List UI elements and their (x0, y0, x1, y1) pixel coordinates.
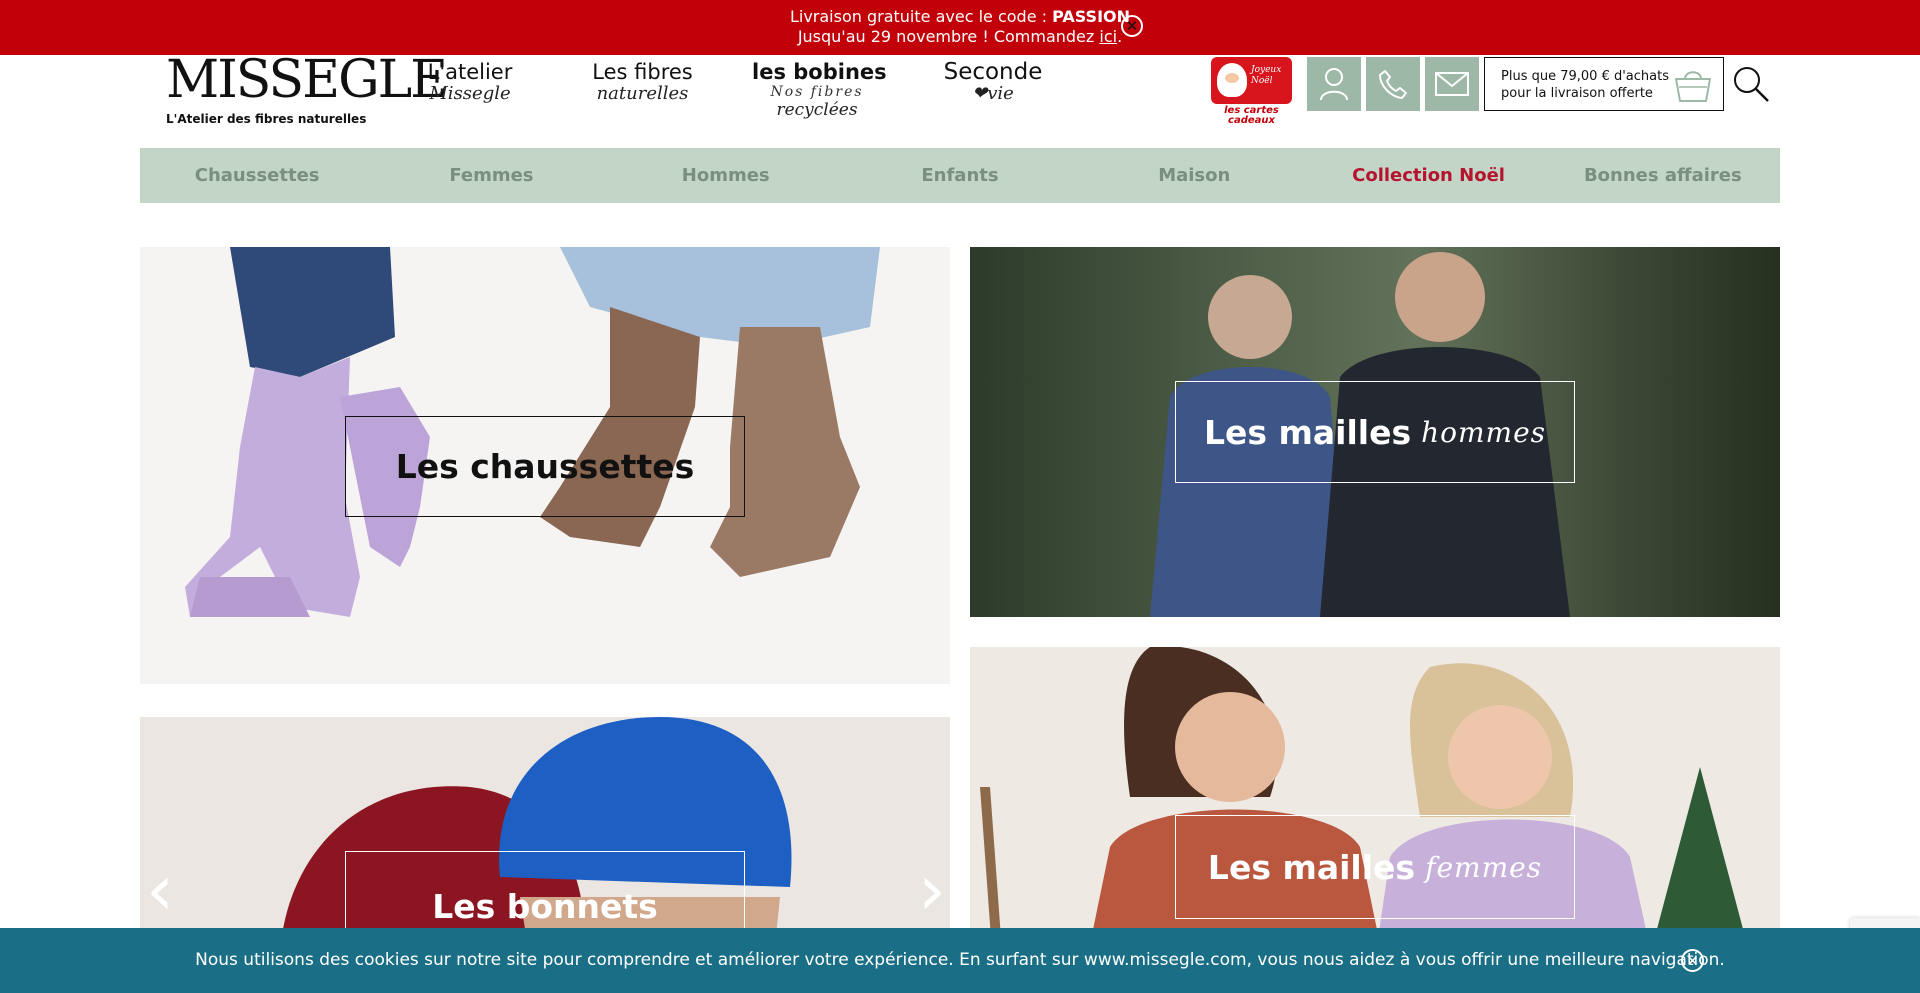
cart-button[interactable]: Plus que 79,00 € d'achats pour la livrai… (1484, 57, 1724, 111)
contact-button[interactable] (1425, 57, 1479, 111)
tile-chaussettes[interactable]: Les chaussettes (140, 247, 950, 684)
brand-link-fibres[interactable]: Les fibres naturelles (580, 60, 705, 104)
carousel-prev-icon[interactable]: ‹ (146, 850, 174, 930)
brand-link-title: Les fibres (592, 60, 693, 84)
category-nav: Chaussettes Femmes Hommes Enfants Maison… (140, 148, 1780, 203)
category-maison[interactable]: Maison (1077, 148, 1311, 203)
cart-text-line1: Plus que 79,00 € d'achats (1501, 69, 1669, 84)
mail-icon (1435, 72, 1469, 96)
brand-link-subtitle-2: recyclées (776, 100, 858, 120)
brand-link-bobines[interactable]: les bobines Nos fibres recyclées (752, 60, 887, 120)
shopping-bag-icon (1675, 71, 1711, 102)
tile-title: Les mailles (1203, 412, 1412, 452)
brand-link-atelier[interactable]: L'atelier Missegle (420, 60, 520, 104)
category-femmes[interactable]: Femmes (374, 148, 608, 203)
cookie-text: Nous utilisons des cookies sur notre sit… (195, 950, 1725, 970)
tile-label-chaussettes: Les chaussettes (345, 416, 745, 517)
gift-card-image: Joyeux Noël (1211, 57, 1292, 104)
tile-mailles-hommes[interactable]: Les mailles hommes (970, 247, 1780, 617)
cookie-close-icon[interactable]: ✕ (1681, 949, 1704, 972)
cart-free-shipping-text: Plus que 79,00 € d'achats pour la livrai… (1501, 68, 1669, 102)
category-enfants[interactable]: Enfants (843, 148, 1077, 203)
tile-title: Les chaussettes (395, 447, 695, 486)
phone-button[interactable] (1366, 57, 1420, 111)
account-button[interactable] (1307, 57, 1361, 111)
brand-link-title: les bobines (752, 60, 887, 84)
brand-link-seconde-vie[interactable]: Seconde ❤vie (938, 60, 1048, 104)
brand-link-subtitle: naturelles (596, 83, 689, 104)
category-chaussettes[interactable]: Chaussettes (140, 148, 374, 203)
tile-script-word: femmes (1425, 850, 1543, 884)
promo-banner: Livraison gratuite avec le code : PASSIO… (0, 0, 1920, 55)
search-button[interactable] (1731, 64, 1771, 104)
brand-link-title: L'atelier (427, 60, 513, 84)
category-collection-noel[interactable]: Collection Noël (1311, 148, 1545, 203)
brand-link-subtitle: ❤vie (972, 83, 1014, 104)
tile-label-mailles-femmes: Les mailles femmes (1175, 815, 1575, 919)
brand-link-subtitle: Nos fibres (770, 84, 864, 100)
tile-title: Les bonnets (432, 887, 658, 926)
cookie-close-glyph: ✕ (1686, 951, 1699, 970)
santa-icon (1217, 63, 1247, 97)
tile-label-mailles-hommes: Les mailles hommes (1175, 381, 1575, 483)
promo-text: Livraison gratuite avec le code : (789, 7, 1053, 26)
promo-line-2: Jusqu'au 29 novembre ! Commandez ici. (0, 27, 1920, 47)
promo-line-1: Livraison gratuite avec le code : PASSIO… (0, 7, 1920, 27)
gift-card-link[interactable]: Joyeux Noël les cartes cadeaux (1211, 57, 1292, 126)
promo-close-icon[interactable]: ✕ (1121, 15, 1143, 37)
category-bonnes-affaires[interactable]: Bonnes affaires (1546, 148, 1780, 203)
gift-card-label-line2: cadeaux (1228, 115, 1275, 126)
gift-card-text: Joyeux Noël (1251, 65, 1282, 86)
logo-wordmark: MISSEGLE (166, 50, 448, 110)
search-icon (1734, 67, 1769, 102)
brand-link-title: Seconde (943, 59, 1043, 85)
tile-title: Les mailles (1207, 847, 1416, 887)
cart-text-line2: pour la livraison offerte (1501, 86, 1653, 101)
category-hommes[interactable]: Hommes (609, 148, 843, 203)
promo-code: PASSION (1052, 7, 1131, 26)
carousel-next-icon[interactable]: › (918, 850, 946, 930)
phone-icon (1379, 70, 1407, 99)
gift-card-label: les cartes cadeaux (1211, 106, 1292, 126)
site-logo[interactable]: MISSEGLE L'Atelier des fibres naturelles (166, 50, 448, 132)
promo-order-link[interactable]: ici (1099, 27, 1117, 46)
brand-link-subtitle: Missegle (429, 83, 511, 104)
user-icon (1320, 68, 1348, 101)
logo-tagline: L'Atelier des fibres naturelles (166, 112, 367, 126)
promo-date-text: Jusqu'au 29 novembre ! Commandez (797, 27, 1100, 46)
cookie-banner: Nous utilisons des cookies sur notre sit… (0, 928, 1920, 993)
tile-script-word: hommes (1421, 415, 1547, 449)
promo-close-glyph: ✕ (1125, 16, 1139, 35)
